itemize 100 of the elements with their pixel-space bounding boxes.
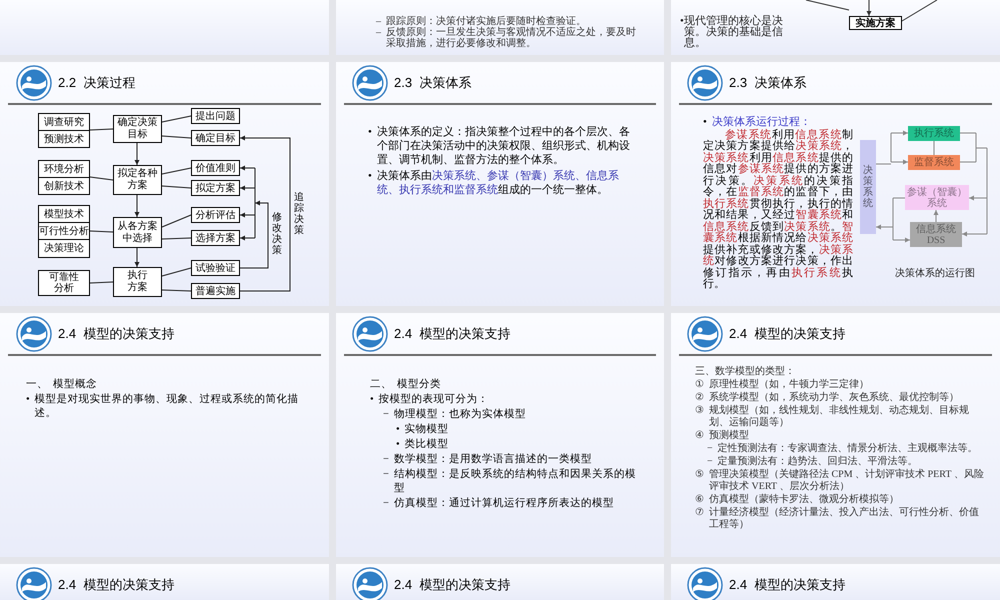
connector-arrow bbox=[934, 210, 938, 222]
connector-line bbox=[90, 176, 114, 180]
slide-thumbnail[interactable]: 2.4 模型的决策支持 bbox=[0, 564, 329, 600]
connector-line bbox=[902, 0, 938, 22]
system-box: 监督系统 bbox=[908, 155, 960, 170]
slide-title: 2.4 模型的决策支持 bbox=[394, 576, 510, 594]
flowchart-box: 实施方案 bbox=[849, 16, 902, 30]
list-marker: ⑦ bbox=[695, 507, 704, 519]
list-item-text: 定性预测法有：专家调查法、情景分析法、主观概率法等。 bbox=[718, 443, 978, 455]
list-item-text: 原理性模型（如，牛顿力学三定律） bbox=[709, 379, 869, 391]
list-marker: – bbox=[376, 27, 381, 38]
list-marker: 二、 bbox=[370, 378, 392, 392]
connector-line bbox=[162, 268, 192, 276]
list-marker: • bbox=[368, 169, 372, 183]
list-marker: − bbox=[383, 497, 389, 511]
slide-title: 2.4 模型的决策支持 bbox=[394, 324, 510, 343]
flowchart-box: 从各方案中选择 bbox=[113, 217, 162, 248]
slide-thumbnail[interactable]: •现代管理的核心是决策。决策的基础是信息。 实施方案 bbox=[671, 0, 1000, 55]
list-item-text: 结构模型：是反映系统的结构特点和因果关系的模型 bbox=[394, 468, 637, 496]
emblem-icon bbox=[687, 566, 723, 600]
list-marker: ⑤ bbox=[695, 469, 704, 481]
connector-line bbox=[254, 168, 256, 238]
connector-line bbox=[162, 238, 192, 240]
list-item-text: 模型分类 bbox=[397, 378, 441, 392]
connector-line bbox=[162, 186, 192, 188]
flowchart-box: 决策理论 bbox=[38, 239, 90, 258]
connector-arrow bbox=[876, 224, 894, 230]
list-item-text: 反馈原则：一旦发生决策与客观情况不适应之处，要及时采取措施，进行必要修改和调整。 bbox=[386, 27, 637, 49]
system-box: 执行系统 bbox=[908, 126, 960, 141]
list-marker: ③ bbox=[695, 405, 704, 417]
connector-arrow bbox=[890, 130, 908, 136]
slide-thumbnail[interactable]: 2.4 模型的决策支持 bbox=[336, 564, 664, 600]
emblem-icon bbox=[16, 316, 52, 352]
list-item-text: 按模型的表现可分为： bbox=[378, 393, 489, 407]
flowchart-box: 提出问题 bbox=[191, 108, 240, 124]
connector-arrow bbox=[892, 238, 910, 242]
list-item-text: 跟踪原则：决策付诸实施后要随时检查验证。 bbox=[386, 16, 586, 27]
emblem-icon bbox=[687, 64, 723, 100]
slide-thumbnail[interactable]: 2.3 决策体系 • 决策体系的定义：指决策整个过程中的各个层次、各个部门在决策活动中的决策权限、组织形式、机构设置、调节机制、监督方法的整个体系。 • 决策体系由决策系统、参谋（智囊）系统、信息系统、执行系统和监督系统组成的一个统一整体。 bbox=[336, 62, 664, 306]
list-marker: − bbox=[707, 456, 713, 468]
connector-arrow bbox=[866, 0, 872, 16]
slide-title: 2.4 模型的决策支持 bbox=[729, 576, 846, 594]
list-marker: 一、 bbox=[26, 378, 48, 392]
list-item-text: 仿真模型（蒙特卡罗法、微观分析模拟等） bbox=[709, 494, 899, 506]
list-marker: ② bbox=[695, 392, 704, 404]
list-item-text: 定量预测法有：趋势法、回归法、平滑法等。 bbox=[718, 456, 918, 468]
slide-thumbnail[interactable]: – 跟踪原则：决策付诸实施后要随时检查验证。 – 反馈原则：一旦发生决策与客观情况不适应之处，要及时采取措施，进行必要修改和调整。 bbox=[336, 0, 664, 55]
list-item-text: 决策体系的定义：指决策整个过程中的各个层次、各个部门在决策活动中的决策权限、组织形式、机构设置、调节机制、监督方法的整个体系。 bbox=[376, 125, 631, 167]
connector-arrow bbox=[134, 194, 140, 218]
list-item-text: 物理模型：也称为实体模型 bbox=[394, 408, 526, 422]
paragraph-text: 参谋系统利用信息系统制定决策方案提供给决策系统， 决策系统利用信息系统提供的信息对参谋系统提供的方案进行决策。决策系统的决策指令，在监督系统的监督下，由 执行系统贯彻执行，执行的情况和结果，又经过智囊系统和 信息系统反馈到决策系统。智囊系统根据新情况给决策系统 提供补充或修改方案，决策系统对修改方案进行决策，作出修订指示，再由执行系统执行。 bbox=[703, 130, 853, 290]
flowchart-box: 选择方案 bbox=[191, 230, 240, 246]
list-item-text: 管理决策模型（关键路径法 CPM 、计划评审技术 PERT 、风险评审技术 VERT 、层次分析法） bbox=[709, 469, 985, 493]
slide-thumbnail[interactable]: 2.4 模型的决策支持 bbox=[671, 564, 1000, 600]
slide-thumbnail[interactable] bbox=[671, 313, 1000, 557]
flowchart-box: 拟定各种方案 bbox=[113, 165, 162, 195]
flowchart-box: 试验验证 bbox=[191, 260, 240, 276]
slide-thumbnail[interactable] bbox=[671, 62, 1000, 306]
flowchart-box: 拟定方案 bbox=[191, 180, 240, 196]
list-item-text: 现代管理的核心是决策。决策的基础是信息。 bbox=[684, 16, 784, 49]
flowchart-box: 预测技术 bbox=[38, 130, 90, 148]
flowchart-box: 分析评估 bbox=[191, 207, 240, 223]
flowchart-box: 执行方案 bbox=[113, 267, 162, 297]
emblem-icon bbox=[16, 566, 52, 600]
list-marker: ① bbox=[695, 379, 704, 391]
connector-line bbox=[162, 290, 192, 292]
slide-thumbnail[interactable]: 2.4 模型的决策支持 二、 模型分类 • 按模型的表现可分为： − 物理模型：也称为实体模型 • 实物模型 • 类比模型 − 数学模型：是用数学语言描述的一类模型 − 结构模型：是反映系统的结构特点和因果关系的模型 − 仿真模型：通过计算机运行程序所表达的模型 bbox=[336, 313, 664, 557]
slide-title: 2.4 模型的决策支持 bbox=[58, 576, 174, 594]
system-box: 信息系统 DSS bbox=[910, 222, 962, 247]
list-marker: • bbox=[370, 393, 374, 407]
flowchart-box: 模型技术 bbox=[38, 205, 90, 223]
slide-thumbnail[interactable]: 2.2 决策过程 调查研究 预测技术 环境分析 创新技术 模型技术 可行性分析 决策理论 可靠性分析 确定决策目标 拟定各种方案 从各方案中选择 执行方案 提出问题 确定目标 价值准则 拟定方案 分析评估 选择方案 试验验证 普遍实施 修改决策 追踪决策 bbox=[0, 62, 329, 306]
flowchart-box: 普遍实施 bbox=[191, 283, 240, 299]
list-item-text: 决策体系由决策系统、参谋（智囊）系统、信息系统、执行系统和监督系统组成的一个统一整体。 bbox=[376, 169, 620, 197]
list-item-text: 模型是对现实世界的事物、现象、过程或系统的简化描述。 bbox=[34, 393, 300, 421]
connector-arrow bbox=[134, 142, 140, 166]
emblem-icon bbox=[16, 64, 52, 100]
flowchart-box: 可靠性分析 bbox=[38, 270, 90, 296]
list-item-text: 系统学模型（如，系统动力学、灰色系统、最优控制等） bbox=[709, 392, 959, 404]
list-marker: • bbox=[26, 393, 30, 407]
connector-line bbox=[806, 0, 850, 10]
slide-thumbnail[interactable]: 2.4 模型的决策支持 一、 模型概念 • 模型是对现实世界的事物、现象、过程或系统的简化描述。 bbox=[0, 313, 329, 557]
slide-title: 2.4 模型的决策支持 bbox=[58, 324, 174, 343]
diagram-caption: 决策体系的运行图 bbox=[895, 266, 975, 281]
emblem-icon bbox=[687, 316, 723, 352]
system-box: 决策系统 bbox=[860, 140, 876, 234]
connector-arrow bbox=[890, 160, 908, 164]
emblem-icon bbox=[352, 316, 388, 352]
list-marker: − bbox=[707, 443, 713, 455]
slide-title: 2.3 决策体系 bbox=[729, 74, 806, 92]
connector-line bbox=[90, 128, 114, 130]
slide-title: 2.4 模型的决策支持 bbox=[729, 324, 846, 343]
list-marker: ⑥ bbox=[695, 494, 704, 506]
list-item-text: 三、数学模型的类型： bbox=[695, 366, 795, 378]
list-marker: • bbox=[396, 423, 400, 437]
loop-label: 修改决策 bbox=[272, 212, 282, 256]
connector-arrow bbox=[134, 248, 140, 268]
list-marker: • bbox=[368, 125, 372, 139]
list-marker: − bbox=[383, 408, 389, 422]
flowchart-box: 确定决策目标 bbox=[113, 115, 162, 143]
